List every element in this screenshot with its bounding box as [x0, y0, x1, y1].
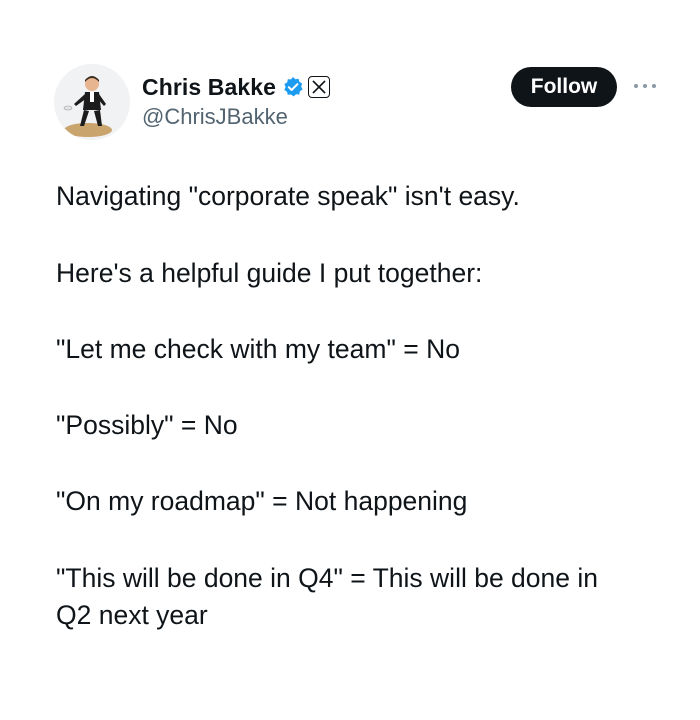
more-dots-icon[interactable]	[630, 76, 660, 96]
tweet-text-line: "Let me check with my team" = No	[56, 334, 460, 364]
tweet-card: Chris Bakke @ChrisJBakke Follow Navigati…	[0, 0, 700, 720]
tweet-text-line: "This will be done in Q4" = This will be…	[56, 563, 598, 593]
avatar-image	[54, 64, 130, 140]
tweet-text-line: Q2 next year	[56, 600, 208, 630]
author-display-name[interactable]: Chris Bakke	[142, 74, 276, 101]
author-handle[interactable]: @ChrisJBakke	[142, 104, 288, 130]
tweet-text-line: Here's a helpful guide I put together:	[56, 258, 483, 288]
follow-button[interactable]: Follow	[511, 67, 617, 107]
tweet-text-line: "On my roadmap" = Not happening	[56, 486, 468, 516]
tweet-text-line: Navigating "corporate speak" isn't easy.	[56, 181, 520, 211]
x-logo-icon	[308, 76, 331, 98]
verified-badge-icon	[282, 76, 304, 98]
author-name-row: Chris Bakke	[142, 72, 331, 102]
tweet-text-line: "Possibly" = No	[56, 410, 238, 440]
avatar[interactable]	[54, 64, 130, 140]
